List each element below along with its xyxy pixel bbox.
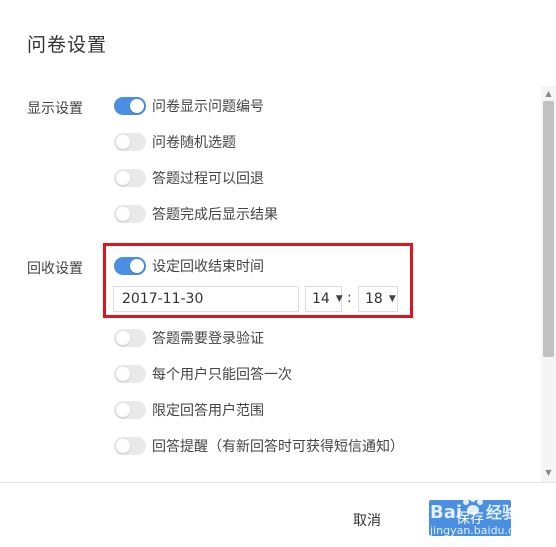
save-button[interactable]: 保存 (429, 500, 511, 536)
option-label: 每个用户只能回答一次 (152, 367, 292, 383)
option-label: 答题过程可以回退 (152, 171, 264, 187)
end-date-input[interactable]: 2017-11-30 (113, 286, 299, 312)
option-answer-once[interactable]: 每个用户只能回答一次 (114, 364, 292, 384)
toggle-switch-off[interactable] (114, 133, 146, 151)
toggle-switch-off[interactable] (114, 365, 146, 383)
scrollbar-thumb[interactable] (543, 101, 554, 357)
option-label: 答题需要登录验证 (152, 331, 264, 347)
scroll-up-icon[interactable]: ▲ (541, 88, 556, 100)
option-label: 答题完成后显示结果 (152, 207, 278, 223)
toggle-switch-off[interactable] (114, 437, 146, 455)
toggle-switch-off[interactable] (114, 169, 146, 187)
collection-settings-label: 回收设置 (27, 261, 83, 277)
minute-select[interactable]: 18 ▼ (358, 286, 398, 312)
toggle-knob (116, 171, 130, 185)
toggle-knob (116, 367, 130, 381)
option-limit-users[interactable]: 限定回答用户范围 (114, 400, 264, 420)
hour-select[interactable]: 14 ▼ (305, 286, 343, 312)
toggle-switch-on[interactable] (114, 97, 146, 115)
toggle-switch-off[interactable] (114, 401, 146, 419)
toggle-switch-off[interactable] (114, 329, 146, 347)
toggle-knob (116, 403, 130, 417)
toggle-knob (116, 331, 130, 345)
option-label: 限定回答用户范围 (152, 403, 264, 419)
option-show-result[interactable]: 答题完成后显示结果 (114, 204, 278, 224)
caret-down-icon: ▼ (335, 294, 343, 304)
hour-value: 14 (312, 291, 330, 307)
toggle-switch-off[interactable] (114, 205, 146, 223)
caret-down-icon: ▼ (388, 294, 396, 304)
time-separator: : (347, 290, 352, 306)
option-allow-back[interactable]: 答题过程可以回退 (114, 168, 264, 188)
option-answer-reminder[interactable]: 回答提醒（有新回答时可获得短信通知） (114, 436, 404, 456)
toggle-knob (116, 135, 130, 149)
cancel-button[interactable]: 取消 (336, 505, 398, 535)
toggle-knob (116, 439, 130, 453)
scroll-down-icon[interactable]: ▼ (541, 467, 556, 479)
option-show-question-number[interactable]: 问卷显示问题编号 (114, 96, 264, 116)
toggle-knob (130, 259, 144, 273)
option-end-time[interactable]: 设定回收结束时间 (114, 256, 264, 276)
option-label: 回答提醒（有新回答时可获得短信通知） (152, 439, 404, 455)
toggle-knob (130, 99, 144, 113)
option-label: 设定回收结束时间 (152, 259, 264, 275)
option-require-login[interactable]: 答题需要登录验证 (114, 328, 264, 348)
footer-divider (0, 482, 556, 483)
toggle-switch-on[interactable] (114, 257, 146, 275)
display-settings-label: 显示设置 (27, 101, 83, 117)
toggle-knob (116, 207, 130, 221)
option-random-questions[interactable]: 问卷随机选题 (114, 132, 236, 152)
option-label: 问卷随机选题 (152, 135, 236, 151)
dialog-title: 问卷设置 (27, 34, 108, 56)
minute-value: 18 (365, 291, 383, 307)
option-label: 问卷显示问题编号 (152, 99, 264, 115)
